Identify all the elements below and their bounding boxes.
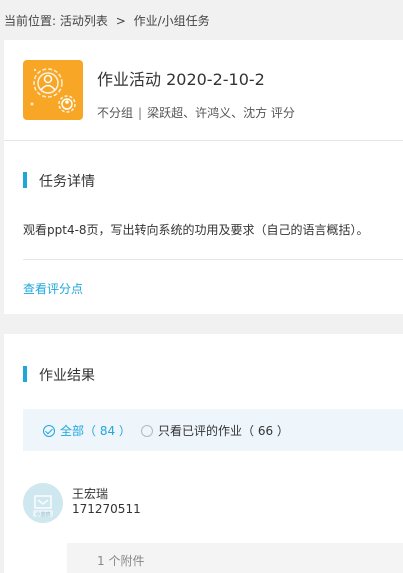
- avatar: 小蓝鸥: [23, 483, 63, 523]
- section-marker: [23, 366, 27, 382]
- results-card: 作业结果 全部（ 84 ） 只看已评的作业（ 66 ） 小蓝鸥 王宏瑞 1712…: [4, 334, 403, 573]
- task-details-heading: 任务详情: [39, 174, 95, 190]
- student-id: 171270511: [72, 502, 141, 516]
- student-name[interactable]: 王宏瑞: [72, 485, 108, 502]
- check-circle-icon[interactable]: [43, 425, 55, 437]
- breadcrumb-prefix: 当前位置:: [4, 14, 57, 28]
- attachments-box[interactable]: 1 个附件: [67, 543, 403, 573]
- filter-all-option[interactable]: 全部（ 84 ）: [43, 422, 131, 439]
- filter-all-label: 全部（ 84 ）: [60, 424, 131, 438]
- filter-scored-option[interactable]: 只看已评的作业（ 66 ）: [141, 422, 289, 439]
- task-description: 观看ppt4-8页，写出转向系统的功用及要求（自己的语言概括）。: [23, 223, 369, 237]
- people-gear-icon: [23, 60, 83, 120]
- card-divider: [4, 140, 403, 141]
- results-heading: 作业结果: [39, 368, 95, 384]
- breadcrumb: 当前位置: 活动列表 > 作业/小组任务: [4, 12, 210, 29]
- avatar-watermark-text: 小蓝鸥: [35, 511, 50, 518]
- view-scoring-points-link[interactable]: 查看评分点: [23, 280, 83, 297]
- radio-empty-icon[interactable]: [141, 425, 153, 437]
- reviewers-label: 梁跃超、许鸿义、沈方 评分: [147, 106, 295, 120]
- activity-card: 作业活动 2020-2-10-2 不分组 | 梁跃超、许鸿义、沈方 评分 任务详情 …: [4, 40, 403, 314]
- breadcrumb-item-current: 作业/小组任务: [133, 14, 210, 28]
- breadcrumb-separator: >: [115, 14, 126, 28]
- attachments-count-label: 1 个附件: [97, 554, 145, 568]
- filter-scored-label: 只看已评的作业（ 66 ）: [158, 424, 289, 438]
- task-divider: [23, 259, 403, 260]
- meta-divider: |: [138, 106, 143, 120]
- activity-meta: 不分组 | 梁跃超、许鸿义、沈方 评分: [97, 104, 295, 121]
- grouping-label: 不分组: [97, 106, 134, 120]
- activity-title: 作业活动 2020-2-10-2: [97, 70, 265, 89]
- section-marker: [23, 172, 27, 188]
- filter-bar: 全部（ 84 ） 只看已评的作业（ 66 ）: [23, 409, 403, 451]
- breadcrumb-item-activity-list[interactable]: 活动列表: [60, 14, 108, 28]
